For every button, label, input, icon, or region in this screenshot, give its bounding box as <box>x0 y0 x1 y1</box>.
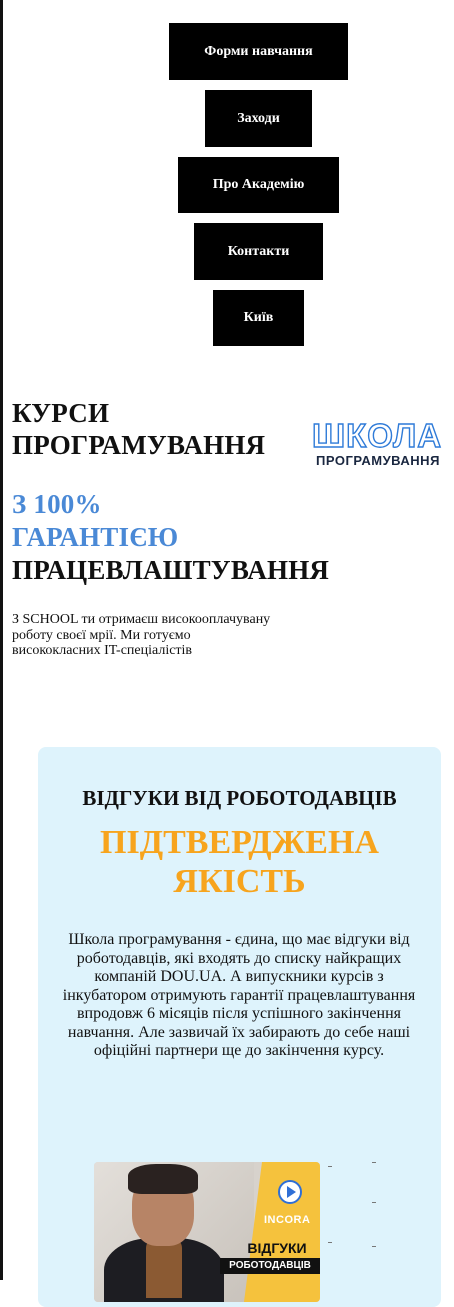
video-label-employers: РОБОТОДАВЦІВ <box>220 1258 320 1274</box>
logo-top-text: ШКОЛА <box>312 418 443 454</box>
nav-about-button[interactable]: Про Академію <box>178 157 339 213</box>
left-border <box>0 0 3 1280</box>
carousel-dot[interactable] <box>328 1166 332 1167</box>
reviews-title: ВІДГУКИ ВІД РОБОТОДАВЦІВ <box>82 786 397 810</box>
hero-title-line2: ПРОГРАМУВАННЯ <box>12 430 266 460</box>
nav-events-button[interactable]: Заходи <box>205 90 312 147</box>
play-icon[interactable] <box>278 1180 302 1204</box>
hero-accent-line1: З 100% <box>12 489 102 519</box>
carousel-dot[interactable] <box>372 1162 376 1163</box>
carousel-dot[interactable] <box>328 1242 332 1243</box>
school-logo: ШКОЛА ПРОГРАМУВАННЯ <box>312 418 454 474</box>
reviews-text: Школа програмування - єдина, що має відг… <box>62 931 416 1059</box>
reviews-subtitle-line2: ЯКІСТЬ <box>173 863 306 900</box>
person-shirt <box>146 1238 182 1298</box>
nav-contacts-button[interactable]: Контакти <box>194 223 323 280</box>
carousel-dot[interactable] <box>372 1246 376 1247</box>
reviews-subtitle-line1: ПІДТВЕРДЖЕНА <box>100 824 379 861</box>
video-label-reviews: ВІДГУКИ <box>247 1240 307 1256</box>
hero-title-line3: ПРАЦЕВЛАШТУВАННЯ <box>12 555 330 585</box>
nav-forms-button[interactable]: Форми навчання <box>169 23 348 80</box>
video-brand: INCORA <box>264 1214 311 1226</box>
hero-accent-line2: ГАРАНТІЄЮ <box>12 522 179 552</box>
person-hair <box>128 1164 198 1194</box>
hero-description: З SCHOOL ти отримаєш високооплачувану ро… <box>12 612 271 658</box>
logo-bottom-text: ПРОГРАМУВАННЯ <box>316 453 440 468</box>
carousel-dot[interactable] <box>372 1202 376 1203</box>
video-thumbnail[interactable]: INCORA ВІДГУКИ РОБОТОДАВЦІВ <box>94 1162 320 1302</box>
hero-title-line1: КУРСИ <box>12 398 110 428</box>
nav-city-button[interactable]: Київ <box>213 290 304 346</box>
